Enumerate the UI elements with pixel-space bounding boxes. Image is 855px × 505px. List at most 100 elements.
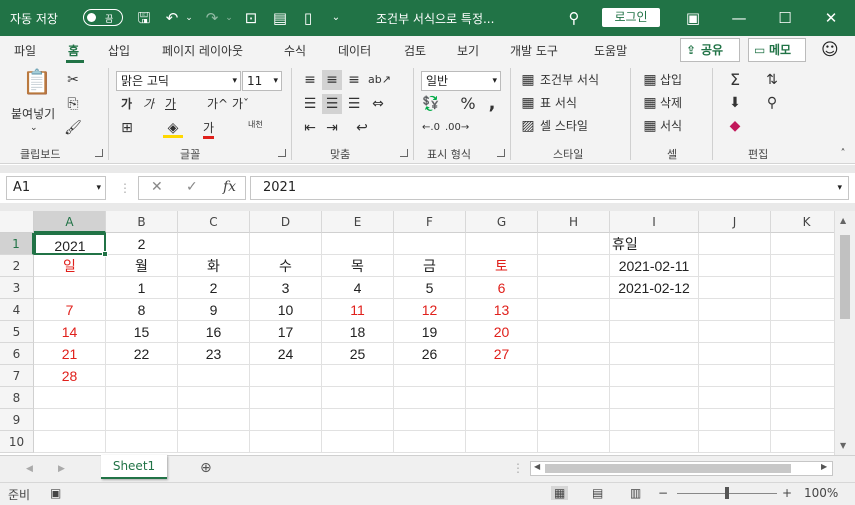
cell-k2[interactable] <box>771 255 843 277</box>
paste-dropdown-icon[interactable]: ⌄ <box>30 120 38 136</box>
sort-filter-icon[interactable]: ⇅ <box>762 70 782 90</box>
cancel-icon[interactable]: ✕ <box>151 179 163 195</box>
comma-style-icon[interactable]: , <box>482 94 502 114</box>
cell-d9[interactable] <box>250 409 322 431</box>
collapse-ribbon-icon[interactable]: ˄ <box>833 144 853 164</box>
cell-f3[interactable]: 5 <box>394 277 466 299</box>
autosave-toggle[interactable]: 끔 <box>83 9 123 26</box>
tab-home[interactable]: 홈 <box>68 42 79 59</box>
cell-f5[interactable]: 19 <box>394 321 466 343</box>
cell-a9[interactable] <box>34 409 106 431</box>
cell-f7[interactable] <box>394 365 466 387</box>
fill-handle[interactable] <box>102 251 108 257</box>
cell-g8[interactable] <box>466 387 538 409</box>
tab-page-layout[interactable]: 페이지 레이아웃 <box>162 42 243 59</box>
cell-i10[interactable] <box>610 431 699 453</box>
cell-b10[interactable] <box>106 431 178 453</box>
cell-b5[interactable]: 15 <box>106 321 178 343</box>
macro-record-icon[interactable]: ▣ <box>50 486 61 500</box>
cell-k3[interactable] <box>771 277 843 299</box>
cell-b4[interactable]: 8 <box>106 299 178 321</box>
autosum-icon[interactable]: Σ <box>725 70 745 90</box>
italic-button[interactable]: 가 <box>143 96 154 112</box>
cell-b9[interactable] <box>106 409 178 431</box>
scroll-thumb[interactable] <box>545 464 791 473</box>
number-launcher-icon[interactable] <box>497 149 505 157</box>
cell-a8[interactable] <box>34 387 106 409</box>
cell-i8[interactable] <box>610 387 699 409</box>
sheet-tab-sheet1[interactable]: Sheet1 <box>101 455 167 479</box>
maximize-icon[interactable]: ☐ <box>776 9 794 27</box>
cell-c3[interactable]: 2 <box>178 277 250 299</box>
next-sheet-icon[interactable]: ▶ <box>58 461 65 477</box>
row-header-2[interactable]: 2 <box>0 255 34 277</box>
cell-h1[interactable] <box>538 233 610 255</box>
feedback-smile-icon[interactable]: ☺ <box>821 40 839 60</box>
cell-i2[interactable]: 2021-02-11 <box>610 255 699 277</box>
cell-k10[interactable] <box>771 431 843 453</box>
scroll-down-icon[interactable]: ▼ <box>840 441 846 450</box>
cell-d5[interactable]: 17 <box>250 321 322 343</box>
tab-split-handle[interactable]: ⋮ <box>512 460 524 476</box>
cell-f8[interactable] <box>394 387 466 409</box>
tab-help[interactable]: 도움말 <box>594 42 627 59</box>
cell-k7[interactable] <box>771 365 843 387</box>
font-launcher-icon[interactable] <box>278 149 286 157</box>
row-header-8[interactable]: 8 <box>0 387 34 409</box>
align-middle-icon[interactable]: ≡ <box>322 70 342 90</box>
redo-icon[interactable]: ↷ <box>203 9 221 27</box>
undo-icon[interactable]: ↶ <box>163 9 181 27</box>
page-break-view-icon[interactable]: ▥ <box>630 486 641 500</box>
zoom-slider-thumb[interactable] <box>725 487 729 499</box>
row-header-6[interactable]: 6 <box>0 343 34 365</box>
row-header-9[interactable]: 9 <box>0 409 34 431</box>
cell-c1[interactable] <box>178 233 250 255</box>
cell-e4[interactable]: 11 <box>322 299 394 321</box>
column-header-d[interactable]: D <box>250 211 322 233</box>
cell-b3[interactable]: 1 <box>106 277 178 299</box>
row-header-10[interactable]: 10 <box>0 431 34 453</box>
row-header-4[interactable]: 4 <box>0 299 34 321</box>
percent-icon[interactable]: % <box>458 94 478 114</box>
column-header-f[interactable]: F <box>394 211 466 233</box>
cell-f9[interactable] <box>394 409 466 431</box>
cell-i3[interactable]: 2021-02-12 <box>610 277 699 299</box>
row-header-3[interactable]: 3 <box>0 277 34 299</box>
column-header-a[interactable]: A <box>34 211 106 233</box>
cell-j8[interactable] <box>699 387 771 409</box>
clear-icon[interactable]: ◆ <box>725 116 745 136</box>
zoom-in-icon[interactable]: + <box>782 486 792 500</box>
cell-a7[interactable]: 28 <box>34 365 106 387</box>
cell-e1[interactable] <box>322 233 394 255</box>
alignment-launcher-icon[interactable] <box>400 149 408 157</box>
cell-f6[interactable]: 26 <box>394 343 466 365</box>
format-cells-button[interactable]: 서식 <box>660 118 682 134</box>
column-header-e[interactable]: E <box>322 211 394 233</box>
cell-h9[interactable] <box>538 409 610 431</box>
font-color-button[interactable]: 가 <box>203 120 215 139</box>
cell-g9[interactable] <box>466 409 538 431</box>
format-painter-icon[interactable]: 🖌 <box>63 118 83 138</box>
tab-developer[interactable]: 개발 도구 <box>510 42 558 59</box>
cell-i1[interactable]: 휴일 <box>610 233 699 255</box>
cell-c7[interactable] <box>178 365 250 387</box>
merge-center-icon[interactable]: ⇔ <box>368 94 388 114</box>
column-header-k[interactable]: K <box>771 211 843 233</box>
undo-dropdown-icon[interactable]: ⌄ <box>180 9 198 27</box>
paste-icon[interactable]: 📋 <box>22 70 52 100</box>
cell-k4[interactable] <box>771 299 843 321</box>
tab-insert[interactable]: 삽입 <box>108 42 130 59</box>
cell-j2[interactable] <box>699 255 771 277</box>
cell-f10[interactable] <box>394 431 466 453</box>
cell-c9[interactable] <box>178 409 250 431</box>
save-icon[interactable]: 🖫 <box>135 9 153 27</box>
page-layout-view-icon[interactable]: ▤ <box>592 486 603 500</box>
prev-sheet-icon[interactable]: ◀ <box>26 461 33 477</box>
cell-c5[interactable]: 16 <box>178 321 250 343</box>
zoom-level[interactable]: 100% <box>804 486 838 500</box>
align-left-icon[interactable]: ☰ <box>300 94 320 114</box>
orientation-icon[interactable]: ab↗ <box>368 70 391 90</box>
cell-f1[interactable] <box>394 233 466 255</box>
add-sheet-icon[interactable]: ⊕ <box>200 460 212 476</box>
close-icon[interactable]: ✕ <box>822 9 840 27</box>
